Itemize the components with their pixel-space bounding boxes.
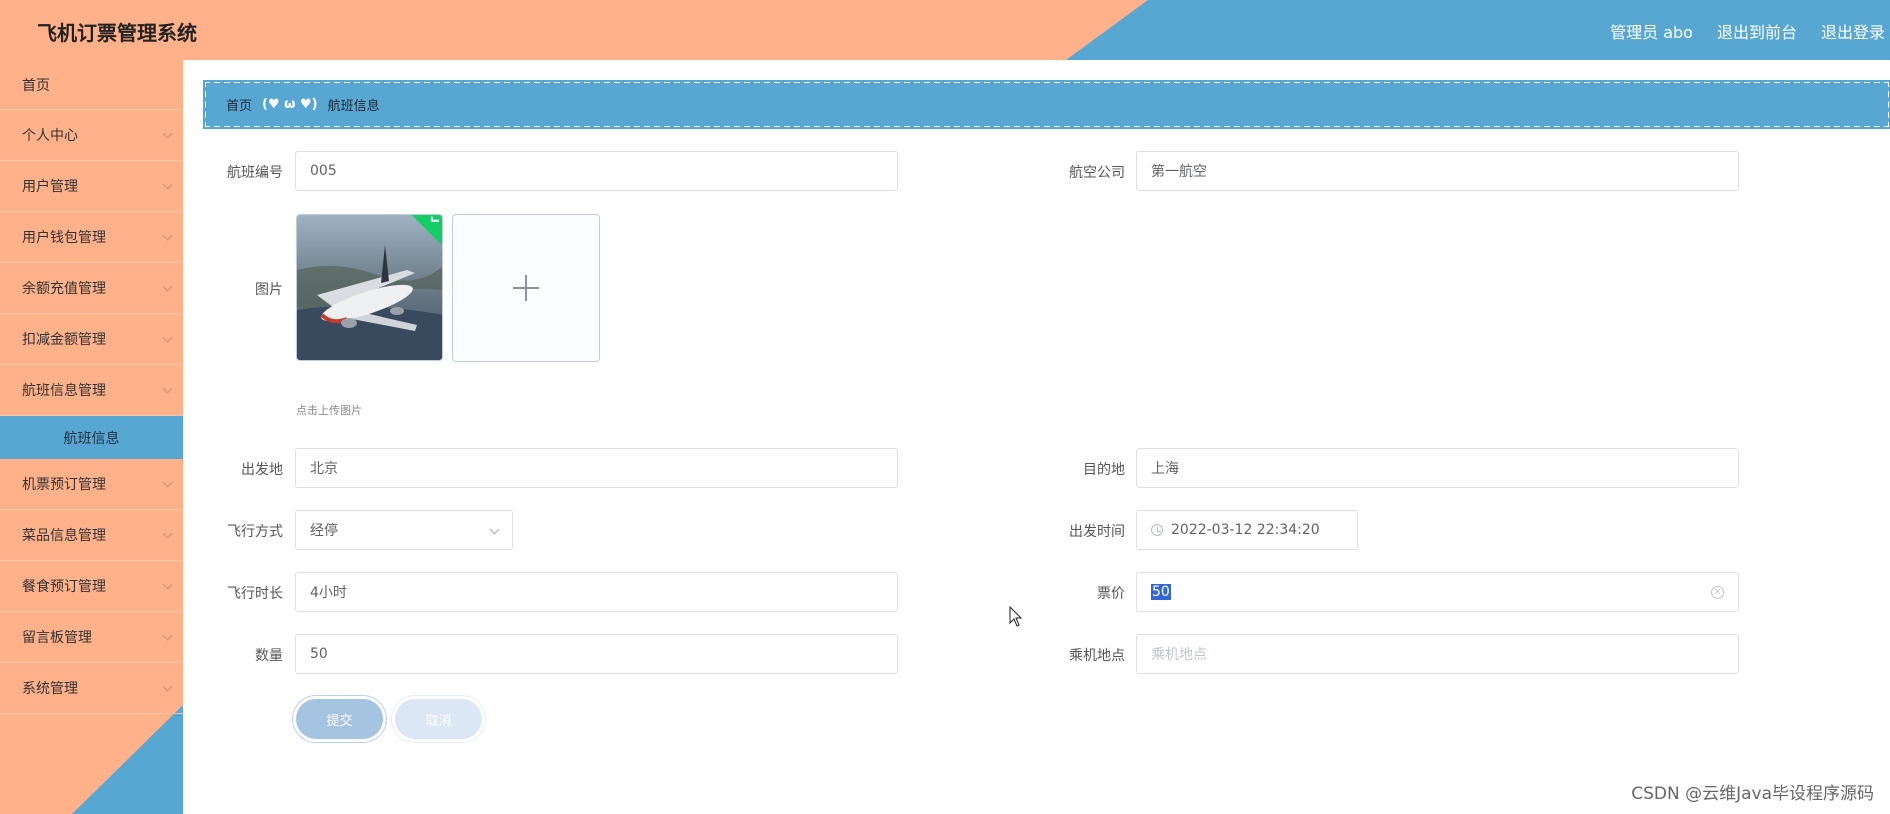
price-input[interactable]: 50 × — [1136, 572, 1739, 612]
duration-input[interactable]: 4小时 — [295, 572, 898, 612]
sidebar-item-user-management[interactable]: 用户管理 — [0, 161, 183, 212]
quantity-value: 50 — [310, 646, 328, 662]
sidebar-item-label: 航班信息管理 — [22, 383, 106, 399]
header-orange-band — [0, 0, 1148, 60]
breadcrumb-current: 航班信息 — [327, 99, 380, 114]
image-label: 图片 — [255, 282, 283, 298]
flight-no-input[interactable]: 005 — [295, 151, 898, 191]
breadcrumb-home[interactable]: 首页 — [226, 95, 252, 114]
sidebar-item-system-management[interactable]: 系统管理 — [0, 663, 183, 714]
submit-button[interactable]: 提交 — [296, 699, 383, 739]
cancel-button[interactable]: 取消 — [395, 699, 482, 739]
sidebar-item-label: 用户管理 — [22, 179, 78, 195]
origin-label: 出发地 — [241, 462, 283, 478]
sidebar-item-label: 用户钱包管理 — [22, 230, 106, 246]
chevron-down-icon — [162, 477, 173, 487]
sidebar-item-label: 系统管理 — [22, 681, 78, 697]
sidebar-item-meal-booking[interactable]: 餐食预订管理 — [0, 561, 183, 612]
sidebar-item-message-board[interactable]: 留言板管理 — [0, 612, 183, 663]
sidebar-item-label: 扣减金额管理 — [22, 332, 106, 348]
departure-time-value: 2022-03-12 22:34:20 — [1171, 522, 1320, 538]
flight-mode-label: 飞行方式 — [227, 524, 283, 540]
back-to-front-link[interactable]: 退出到前台 — [1717, 19, 1797, 43]
upload-tip: 点击上传图片 — [296, 404, 362, 417]
chevron-down-icon — [162, 281, 173, 291]
chevron-down-icon — [162, 179, 173, 189]
chevron-down-icon — [162, 579, 173, 589]
sidebar-item-dish-management[interactable]: 菜品信息管理 — [0, 510, 183, 561]
chevron-down-icon — [489, 524, 500, 535]
breadcrumb-separator: (♥ ω ♥) — [262, 97, 318, 112]
duration-value: 4小时 — [310, 585, 347, 601]
sidebar-item-home[interactable]: 首页 — [0, 60, 183, 110]
destination-input[interactable]: 上海 — [1136, 448, 1739, 488]
chevron-down-icon — [162, 528, 173, 538]
destination-value: 上海 — [1151, 461, 1179, 477]
price-value: 50 — [1151, 584, 1171, 600]
chevron-down-icon — [162, 332, 173, 342]
airline-label: 航空公司 — [1069, 165, 1125, 181]
sidebar-menu: 首页 个人中心 用户管理 用户钱包管理 余额充值管理 扣减金额管理 航班信息管理… — [0, 60, 183, 714]
sidebar-item-recharge-management[interactable]: 余额充值管理 — [0, 263, 183, 314]
sidebar-item-label: 机票预订管理 — [22, 477, 106, 493]
airline-value: 第一航空 — [1151, 164, 1207, 180]
top-header: 飞机订票管理系统 管理员 abo 退出到前台 退出登录 — [0, 0, 1890, 60]
boarding-place-input[interactable]: 乘机地点 — [1136, 634, 1739, 674]
chevron-down-icon — [162, 681, 173, 691]
plus-icon — [513, 275, 539, 301]
departure-time-picker[interactable]: 2022-03-12 22:34:20 — [1136, 510, 1358, 550]
uploaded-image-thumbnail[interactable] — [296, 214, 443, 361]
breadcrumb: 首页 (♥ ω ♥) 航班信息 — [203, 80, 1890, 129]
sidebar-item-label: 留言板管理 — [22, 630, 92, 646]
sidebar-item-label: 菜品信息管理 — [22, 528, 106, 544]
sidebar-item-label: 餐食预订管理 — [22, 579, 106, 595]
sidebar: 首页 个人中心 用户管理 用户钱包管理 余额充值管理 扣减金额管理 航班信息管理… — [0, 60, 183, 814]
flight-mode-select[interactable]: 经停 — [295, 510, 513, 550]
upload-add-button[interactable] — [452, 214, 600, 362]
sidebar-item-wallet-management[interactable]: 用户钱包管理 — [0, 212, 183, 263]
sidebar-item-flight-management[interactable]: 航班信息管理 — [0, 365, 183, 416]
flight-no-value: 005 — [310, 163, 337, 179]
header-actions: 管理员 abo 退出到前台 退出登录 — [1610, 19, 1885, 43]
departure-time-label: 出发时间 — [1069, 524, 1125, 540]
chevron-down-icon — [162, 230, 173, 240]
airline-input[interactable]: 第一航空 — [1136, 151, 1739, 191]
origin-value: 北京 — [310, 461, 338, 477]
chevron-down-icon — [162, 383, 173, 393]
quantity-input[interactable]: 50 — [295, 634, 898, 674]
sidebar-item-label: 首页 — [22, 77, 50, 94]
origin-input[interactable]: 北京 — [295, 448, 898, 488]
sidebar-item-deduction-management[interactable]: 扣减金额管理 — [0, 314, 183, 365]
sidebar-subitem-flight-info[interactable]: 航班信息 — [0, 416, 183, 459]
price-label: 票价 — [1097, 586, 1125, 602]
chevron-down-icon — [162, 630, 173, 640]
destination-label: 目的地 — [1083, 462, 1125, 478]
chevron-down-icon — [162, 128, 173, 138]
app-title: 飞机订票管理系统 — [37, 21, 197, 45]
boarding-place-label: 乘机地点 — [1069, 648, 1125, 664]
sidebar-item-label: 个人中心 — [22, 128, 78, 144]
duration-label: 飞行时长 — [227, 586, 283, 602]
airplane-photo-icon — [297, 215, 442, 360]
sidebar-subitem-label: 航班信息 — [63, 430, 120, 447]
boarding-place-placeholder: 乘机地点 — [1151, 647, 1207, 663]
flight-mode-value: 经停 — [310, 523, 338, 539]
clear-icon[interactable]: × — [1711, 586, 1724, 599]
quantity-label: 数量 — [255, 648, 283, 664]
sidebar-item-personal-center[interactable]: 个人中心 — [0, 110, 183, 161]
clock-icon — [1151, 524, 1163, 536]
sidebar-item-label: 余额充值管理 — [22, 281, 106, 297]
watermark: CSDN @云维Java毕设程序源码 — [1631, 784, 1874, 804]
sidebar-item-ticket-booking[interactable]: 机票预订管理 — [0, 459, 183, 510]
flight-no-label: 航班编号 — [227, 165, 283, 181]
logout-link[interactable]: 退出登录 — [1821, 19, 1885, 43]
admin-user-label[interactable]: 管理员 abo — [1610, 19, 1693, 43]
